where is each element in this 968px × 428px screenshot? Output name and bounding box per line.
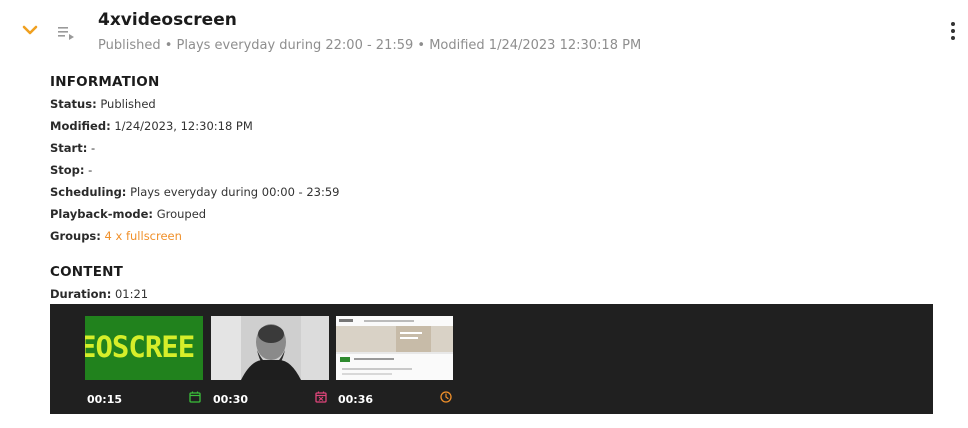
content-thumbnail-webpage[interactable] (336, 316, 453, 380)
groups-row: Groups: 4 x fullscreen (50, 229, 182, 243)
calendar-x-icon (315, 391, 327, 403)
playback-mode-label: Playback-mode: (50, 207, 154, 221)
content-thumbnail-video[interactable]: EOSCREE (85, 316, 203, 380)
start-row: Start: - (50, 141, 95, 155)
start-label: Start: (50, 141, 88, 155)
groups-link[interactable]: 4 x fullscreen (105, 229, 182, 243)
thumbnail-text: EOSCREE (85, 330, 195, 364)
status-row: Status: Published (50, 97, 156, 111)
content-thumbnail-portrait[interactable] (211, 316, 329, 380)
duration-label: Duration: (50, 287, 112, 301)
status-label: Status: (50, 97, 97, 111)
status-value: Published (100, 97, 156, 111)
modified-row: Modified: 1/24/2023, 12:30:18 PM (50, 119, 253, 133)
chevron-down-icon[interactable] (22, 22, 38, 38)
stop-row: Stop: - (50, 163, 92, 177)
start-value: - (90, 141, 96, 155)
item-duration: 00:36 (338, 393, 374, 406)
item-duration: 00:30 (213, 393, 249, 406)
groups-label: Groups: (50, 229, 101, 243)
more-options-icon[interactable] (948, 22, 958, 44)
portrait-image (211, 316, 329, 380)
clock-icon (440, 391, 452, 403)
calendar-icon (189, 391, 201, 403)
modified-value: 1/24/2023, 12:30:18 PM (114, 119, 253, 133)
playlist-title: 4xvideoscreen (98, 10, 237, 30)
scheduling-label: Scheduling: (50, 185, 127, 199)
item-duration: 00:15 (87, 393, 123, 406)
playback-mode-row: Playback-mode: Grouped (50, 207, 206, 221)
playlist-icon (58, 27, 74, 40)
content-heading: CONTENT (50, 264, 124, 280)
modified-label: Modified: (50, 119, 111, 133)
duration-value: 01:21 (114, 287, 149, 301)
content-strip: EOSCREE 00:15 00:30 00:36 (50, 304, 933, 414)
playback-mode-value: Grouped (156, 207, 207, 221)
scheduling-value: Plays everyday during 00:00 - 23:59 (130, 185, 340, 199)
stop-label: Stop: (50, 163, 85, 177)
duration-row: Duration: 01:21 (50, 287, 148, 301)
scheduling-row: Scheduling: Plays everyday during 00:00 … (50, 185, 340, 199)
stop-value: - (88, 163, 93, 177)
webpage-image (336, 316, 453, 380)
playlist-subtitle: Published • Plays everyday during 22:00 … (98, 38, 642, 53)
information-heading: INFORMATION (50, 74, 160, 90)
